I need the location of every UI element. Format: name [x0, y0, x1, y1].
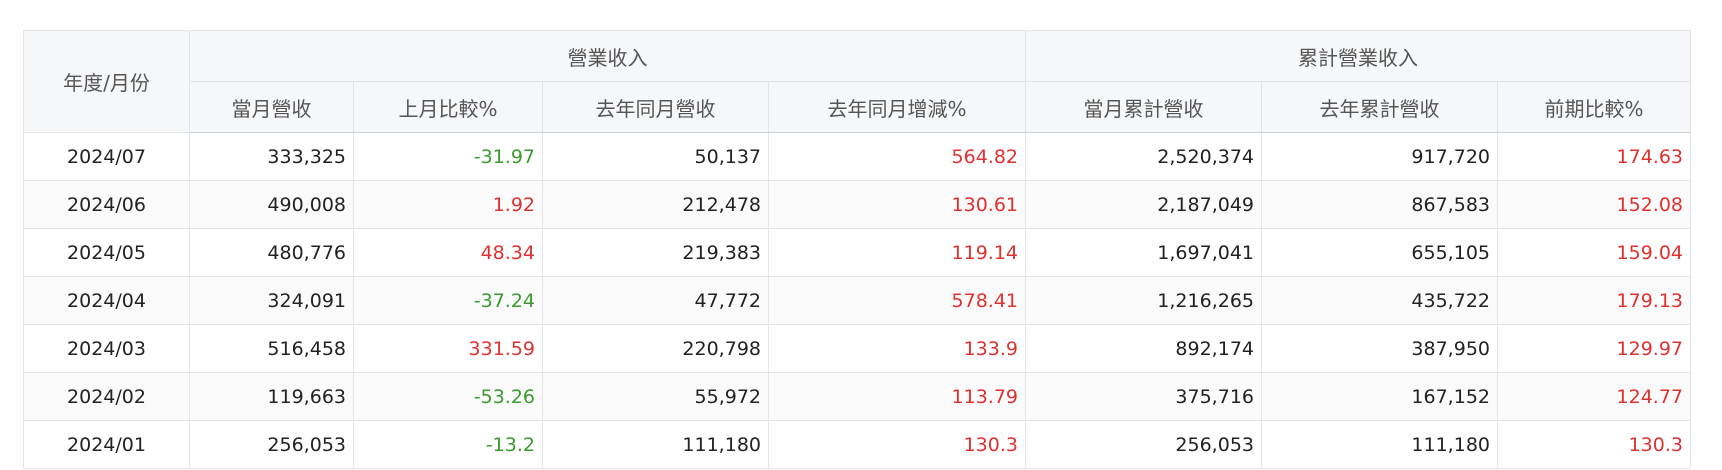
cumulative-change-cell: 174.63 [1497, 132, 1691, 181]
cumulative-change-column-header[interactable]: 前期比較% [1497, 81, 1691, 133]
table-row: 2024/07 333,325 -31.97 50,137 564.82 2,520,37… [23, 132, 1691, 181]
last-year-monthly-revenue-cell: 212,478 [542, 180, 769, 229]
cumulative-revenue-cell: 2,520,374 [1025, 132, 1262, 181]
monthly-revenue-cell: 333,325 [189, 132, 354, 181]
cumulative-revenue-cell: 2,187,049 [1025, 180, 1262, 229]
yoy-change-cell: 133.9 [768, 324, 1026, 373]
yoy-change-cell: 578.41 [768, 276, 1026, 325]
table-row: 2024/05 480,776 48.34 219,383 119.14 1,697,04… [23, 228, 1691, 277]
mom-change-cell: -53.26 [353, 372, 543, 421]
last-year-monthly-revenue-cell: 111,180 [542, 420, 769, 469]
period-cell: 2024/06 [23, 180, 190, 229]
mom-change-cell: -13.2 [353, 420, 543, 469]
cumulative-change-cell: 124.77 [1497, 372, 1691, 421]
yoy-change-cell: 119.14 [768, 228, 1026, 277]
cumulative-revenue-column-header[interactable]: 當月累計營收 [1025, 81, 1262, 133]
mom-change-cell: 1.92 [353, 180, 543, 229]
table-row: 2024/01 256,053 -13.2 111,180 130.3 256,053 11… [23, 420, 1691, 469]
last-year-cumulative-revenue-cell: 111,180 [1261, 420, 1498, 469]
cumulative-revenue-cell: 1,216,265 [1025, 276, 1262, 325]
last-year-monthly-revenue-cell: 47,772 [542, 276, 769, 325]
last-year-monthly-revenue-cell: 50,137 [542, 132, 769, 181]
period-cell: 2024/04 [23, 276, 190, 325]
monthly-revenue-table: 年度/月份 營業收入 累計營業收入 當月營收 上月比較% 去年同月營收 去年同月… [23, 30, 1691, 469]
cumulative-revenue-group-header: 累計營業收入 [1025, 30, 1691, 82]
yoy-change-cell: 130.61 [768, 180, 1026, 229]
monthly-revenue-cell: 119,663 [189, 372, 354, 421]
monthly-revenue-column-header[interactable]: 當月營收 [189, 81, 354, 133]
yoy-change-cell: 130.3 [768, 420, 1026, 469]
period-cell: 2024/05 [23, 228, 190, 277]
monthly-revenue-cell: 480,776 [189, 228, 354, 277]
monthly-revenue-cell: 324,091 [189, 276, 354, 325]
revenue-table-container: 年度/月份 營業收入 累計營業收入 當月營收 上月比較% 去年同月營收 去年同月… [23, 30, 1691, 469]
header-row-groups: 年度/月份 營業收入 累計營業收入 [23, 30, 1691, 133]
period-column-header[interactable]: 年度/月份 [23, 30, 190, 133]
last-year-cumulative-revenue-cell: 917,720 [1261, 132, 1498, 181]
last-year-monthly-revenue-cell: 55,972 [542, 372, 769, 421]
table-row: 2024/03 516,458 331.59 220,798 133.9 892,174 3… [23, 324, 1691, 373]
yoy-change-column-header[interactable]: 去年同月增減% [768, 81, 1026, 133]
table-row: 2024/04 324,091 -37.24 47,772 578.41 1,216,26… [23, 276, 1691, 325]
cumulative-revenue-cell: 892,174 [1025, 324, 1262, 373]
table-body: 2024/07 333,325 -31.97 50,137 564.82 2,520,37… [23, 132, 1691, 469]
revenue-group-header: 營業收入 [189, 30, 1026, 82]
monthly-revenue-cell: 256,053 [189, 420, 354, 469]
yoy-change-cell: 113.79 [768, 372, 1026, 421]
last-year-monthly-revenue-column-header[interactable]: 去年同月營收 [542, 81, 769, 133]
period-cell: 2024/07 [23, 132, 190, 181]
cumulative-revenue-cell: 1,697,041 [1025, 228, 1262, 277]
mom-change-cell: 331.59 [353, 324, 543, 373]
table-header: 年度/月份 營業收入 累計營業收入 當月營收 上月比較% 去年同月營收 去年同月… [23, 30, 1691, 133]
table-row: 2024/06 490,008 1.92 212,478 130.61 2,187,049… [23, 180, 1691, 229]
cumulative-change-cell: 179.13 [1497, 276, 1691, 325]
last-year-cumulative-revenue-cell: 387,950 [1261, 324, 1498, 373]
cumulative-change-cell: 159.04 [1497, 228, 1691, 277]
cumulative-revenue-cell: 375,716 [1025, 372, 1262, 421]
table-row: 2024/02 119,663 -53.26 55,972 113.79 375,716 1… [23, 372, 1691, 421]
cumulative-change-cell: 152.08 [1497, 180, 1691, 229]
mom-change-cell: -31.97 [353, 132, 543, 181]
last-year-cumulative-revenue-cell: 167,152 [1261, 372, 1498, 421]
last-year-monthly-revenue-cell: 220,798 [542, 324, 769, 373]
period-cell: 2024/02 [23, 372, 190, 421]
cumulative-change-cell: 130.3 [1497, 420, 1691, 469]
yoy-change-cell: 564.82 [768, 132, 1026, 181]
cumulative-change-cell: 129.97 [1497, 324, 1691, 373]
mom-change-column-header[interactable]: 上月比較% [353, 81, 543, 133]
mom-change-cell: -37.24 [353, 276, 543, 325]
last-year-cumulative-revenue-cell: 655,105 [1261, 228, 1498, 277]
header-row-columns: 當月營收 上月比較% 去年同月營收 去年同月增減% 當月累計營收 去年累計營收 … [24, 81, 1691, 133]
monthly-revenue-cell: 516,458 [189, 324, 354, 373]
last-year-monthly-revenue-cell: 219,383 [542, 228, 769, 277]
last-year-cumulative-revenue-column-header[interactable]: 去年累計營收 [1261, 81, 1498, 133]
mom-change-cell: 48.34 [353, 228, 543, 277]
cumulative-revenue-cell: 256,053 [1025, 420, 1262, 469]
period-cell: 2024/01 [23, 420, 190, 469]
period-cell: 2024/03 [23, 324, 190, 373]
last-year-cumulative-revenue-cell: 867,583 [1261, 180, 1498, 229]
monthly-revenue-cell: 490,008 [189, 180, 354, 229]
last-year-cumulative-revenue-cell: 435,722 [1261, 276, 1498, 325]
